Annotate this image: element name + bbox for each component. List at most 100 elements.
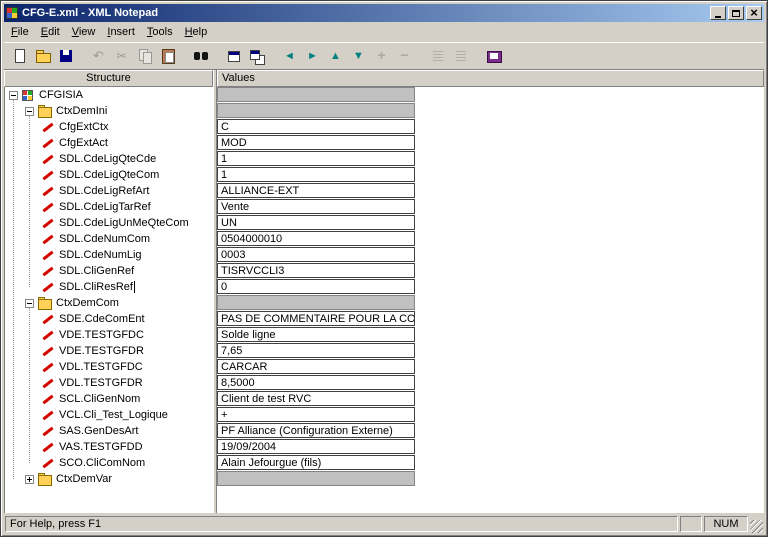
collapse-expander-icon[interactable] (9, 91, 18, 100)
tree-item[interactable]: VDL.TESTGFDR (5, 375, 213, 391)
copy-button (133, 45, 156, 67)
value-cell[interactable]: TISRVCCLI3 (217, 263, 415, 278)
tree-item[interactable]: SDL.CdeLigRefArt (5, 183, 213, 199)
value-cell[interactable]: 8,5000 (217, 375, 415, 390)
tree-item[interactable]: SDL.CdeLigUnMeQteCom (5, 215, 213, 231)
tree-item-label: VDL.TESTGFDR (59, 377, 143, 389)
value-cell[interactable]: 0504000010 (217, 231, 415, 246)
tree-item[interactable]: SCO.CliComNom (5, 455, 213, 471)
tree-item[interactable]: CtxDemIni (5, 103, 213, 119)
tree-item-label: SDL.CdeLigQteCom (59, 169, 159, 181)
open-icon (35, 48, 51, 64)
move-up-button[interactable] (324, 45, 347, 67)
menu-bar: FileEditViewInsertToolsHelp (4, 22, 764, 42)
tree-item-label: SCL.CliGenNom (59, 393, 140, 405)
tree-item[interactable]: SDL.CliGenRef (5, 263, 213, 279)
value-cell[interactable]: Solde ligne (217, 327, 415, 342)
value-cell[interactable]: Client de test RVC (217, 391, 415, 406)
move-down-button[interactable] (347, 45, 370, 67)
tree-item[interactable]: SDL.CdeNumLig (5, 247, 213, 263)
tree-item-label: SDL.CliGenRef (59, 265, 134, 277)
tree-item[interactable]: SDL.CliResRef (5, 279, 213, 295)
tree-item[interactable]: CfgExtCtx (5, 119, 213, 135)
tree-item-label: SDE.CdeComEnt (59, 313, 145, 325)
find-icon (193, 48, 209, 64)
save-icon (58, 48, 74, 64)
value-cell[interactable]: Alain Jefourgue (fils) (217, 455, 415, 470)
cut-icon (114, 48, 130, 64)
value-cell[interactable]: 7,65 (217, 343, 415, 358)
value-cell[interactable]: 0 (217, 279, 415, 294)
value-cell[interactable]: UN (217, 215, 415, 230)
save-button[interactable] (54, 45, 77, 67)
value-cell[interactable]: MOD (217, 135, 415, 150)
value-cell[interactable]: Vente (217, 199, 415, 214)
tree-item[interactable]: CFGISIA (5, 87, 213, 103)
tree-item[interactable]: VDE.TESTGFDC (5, 327, 213, 343)
tree-item-label: VCL.Cli_Test_Logique (59, 409, 168, 421)
value-cell[interactable]: PF Alliance (Configuration Externe) (217, 423, 415, 438)
menu-help[interactable]: Help (179, 24, 214, 40)
help-button[interactable] (482, 45, 505, 67)
attribute-icon (41, 169, 55, 182)
find-button[interactable] (189, 45, 212, 67)
tree-item[interactable]: VCL.Cli_Test_Logique (5, 407, 213, 423)
tree-item[interactable]: CtxDemVar (5, 471, 213, 487)
paste-button[interactable] (156, 45, 179, 67)
tree-item[interactable]: CtxDemCom (5, 295, 213, 311)
value-cell[interactable]: CARCAR (217, 359, 415, 374)
status-message: For Help, press F1 (5, 516, 678, 532)
tree-item-label: VAS.TESTGFDD (59, 441, 143, 453)
menu-edit[interactable]: Edit (35, 24, 66, 40)
insert-sibling-button[interactable] (222, 45, 245, 67)
tree-item[interactable]: VAS.TESTGFDD (5, 439, 213, 455)
maximize-button[interactable] (728, 6, 744, 20)
value-cell[interactable]: ALLIANCE-EXT (217, 183, 415, 198)
expand-button (370, 45, 393, 67)
value-cell[interactable]: 1 (217, 167, 415, 182)
tree-item[interactable]: SDL.CdeLigQteCom (5, 167, 213, 183)
attribute-icon (41, 137, 55, 150)
menu-view[interactable]: View (66, 24, 102, 40)
attribute-icon (41, 377, 55, 390)
tree-item[interactable]: CfgExtAct (5, 135, 213, 151)
values-body: CMOD11ALLIANCE-EXTVenteUN05040000100003T… (217, 87, 764, 513)
tree-item-label: SAS.GenDesArt (59, 425, 138, 437)
menu-tools[interactable]: Tools (141, 24, 179, 40)
open-button[interactable] (31, 45, 54, 67)
close-button[interactable] (746, 6, 762, 20)
expand-expander-icon[interactable] (25, 475, 34, 484)
minimize-button[interactable] (710, 6, 726, 20)
value-cell[interactable]: 1 (217, 151, 415, 166)
tree-item[interactable]: SCL.CliGenNom (5, 391, 213, 407)
resize-grip[interactable] (750, 520, 763, 533)
insert-child-button[interactable] (245, 45, 268, 67)
folder-icon (38, 105, 52, 118)
demote-button[interactable] (301, 45, 324, 67)
minimize-icon (715, 16, 721, 18)
tree-item[interactable]: SDE.CdeComEnt (5, 311, 213, 327)
arrow-up-icon (328, 48, 344, 64)
paste-icon (160, 48, 176, 64)
values-pane-header: Values (217, 70, 764, 87)
value-cell[interactable]: + (217, 407, 415, 422)
value-cell[interactable]: PAS DE COMMENTAIRE POUR LA CO... (217, 311, 415, 326)
value-cell[interactable]: C (217, 119, 415, 134)
attribute-icon (41, 217, 55, 230)
new-button[interactable] (8, 45, 31, 67)
tree-item[interactable]: VDE.TESTGFDR (5, 343, 213, 359)
tree-item[interactable]: SDL.CdeLigTarRef (5, 199, 213, 215)
menu-file[interactable]: File (5, 24, 35, 40)
num-lock-indicator: NUM (704, 516, 748, 532)
tree-item[interactable]: SDL.CdeNumCom (5, 231, 213, 247)
menu-insert[interactable]: Insert (101, 24, 141, 40)
value-cell[interactable]: 0003 (217, 247, 415, 262)
expand-all-icon (430, 48, 446, 64)
collapse-expander-icon[interactable] (25, 107, 34, 116)
value-cell[interactable]: 19/09/2004 (217, 439, 415, 454)
tree-item[interactable]: VDL.TESTGFDC (5, 359, 213, 375)
tree-item[interactable]: SDL.CdeLigQteCde (5, 151, 213, 167)
collapse-expander-icon[interactable] (25, 299, 34, 308)
promote-button[interactable] (278, 45, 301, 67)
tree-item[interactable]: SAS.GenDesArt (5, 423, 213, 439)
